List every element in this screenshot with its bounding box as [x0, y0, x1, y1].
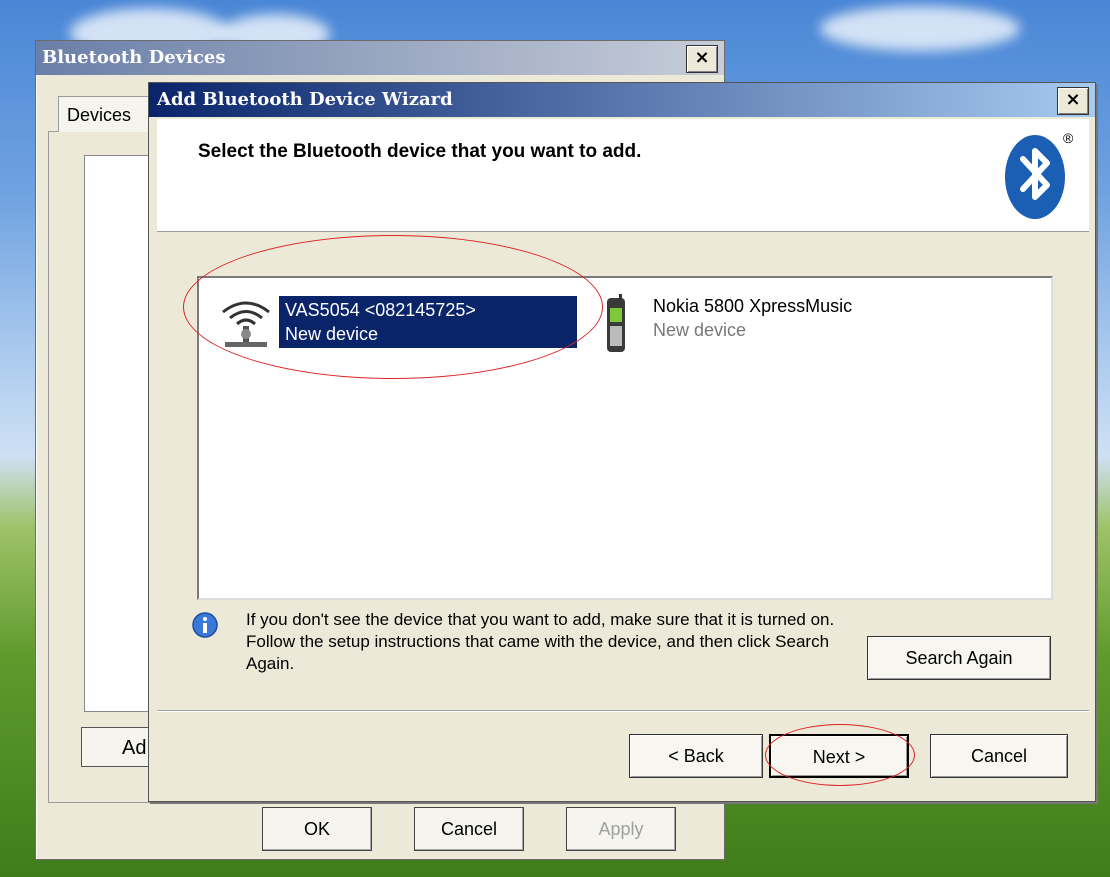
wizard-title: Add Bluetooth Device Wizard — [149, 83, 1095, 117]
registered-mark: ® — [1063, 130, 1073, 146]
back-button[interactable]: < Back — [629, 734, 763, 778]
wizard-header: Select the Bluetooth device that you wan… — [157, 119, 1089, 232]
cancel-button[interactable]: Cancel — [930, 734, 1068, 778]
close-button[interactable]: × — [1057, 87, 1089, 115]
info-icon — [192, 612, 218, 638]
bluetooth-logo-icon: ® — [1005, 130, 1073, 219]
device-name: Nokia 5800 XpressMusic — [653, 296, 853, 316]
annotation-circle — [183, 235, 603, 379]
device-item-nokia[interactable]: Nokia 5800 XpressMusic New device — [603, 294, 852, 356]
cancel-button[interactable]: Cancel — [414, 807, 524, 851]
phone-icon — [607, 294, 625, 352]
separator — [157, 710, 1089, 712]
info-message: If you don't see the device that you wan… — [246, 610, 835, 673]
apply-button[interactable]: Apply — [566, 807, 676, 851]
cloud — [820, 6, 1020, 51]
add-bluetooth-device-wizard: Add Bluetooth Device Wizard × Select the… — [148, 82, 1096, 802]
ok-button[interactable]: OK — [262, 807, 372, 851]
wizard-heading: Select the Bluetooth device that you wan… — [198, 141, 642, 162]
close-button[interactable]: × — [686, 45, 718, 73]
device-text: Nokia 5800 XpressMusic New device — [653, 294, 852, 342]
device-status: New device — [653, 320, 747, 340]
annotation-circle — [765, 724, 915, 786]
dialog-title: Bluetooth Devices — [36, 41, 724, 75]
search-again-button[interactable]: Search Again — [867, 636, 1051, 680]
